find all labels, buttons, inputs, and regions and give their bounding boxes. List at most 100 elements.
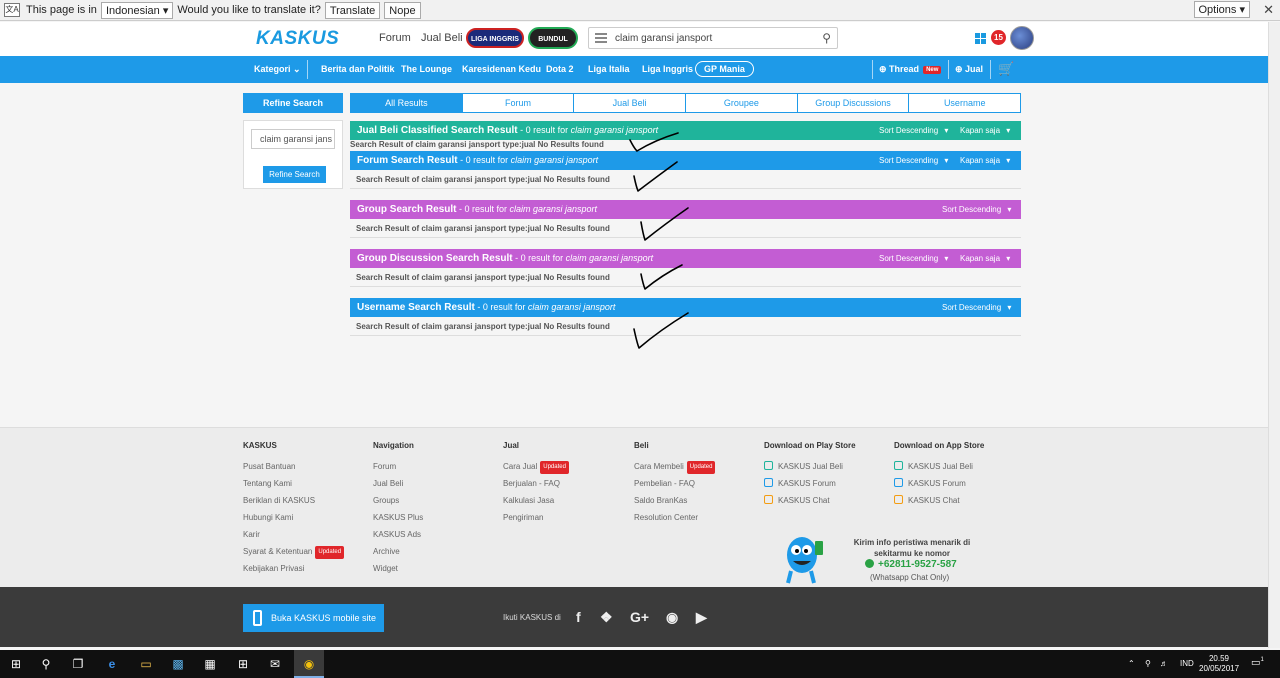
tab-username[interactable]: Username	[909, 93, 1022, 113]
language-indicator[interactable]: IND	[1180, 659, 1194, 668]
nav-dota-2[interactable]: Dota 2	[546, 64, 574, 74]
windows-start-icon[interactable]: ⊞	[8, 656, 24, 672]
category-nav: Kategori ⌄ Berita dan Politik The Lounge…	[0, 56, 1280, 83]
search-icon[interactable]: ⚲	[822, 31, 831, 45]
mobile-site-button[interactable]: Buka KASKUS mobile site	[243, 604, 384, 632]
nav-berita-politik[interactable]: Berita dan Politik	[321, 64, 395, 74]
file-explorer-icon[interactable]: ▭	[138, 656, 154, 672]
liga-italia-badge[interactable]: BUNDUL ITALIA	[528, 27, 578, 65]
time-dropdown[interactable]: Kapan saja	[960, 249, 1010, 268]
action-center-icon[interactable]: ▭1	[1251, 657, 1264, 668]
nav-the-lounge[interactable]: The Lounge	[401, 64, 452, 74]
time-dropdown[interactable]: Kapan saja	[960, 151, 1010, 170]
footer-link[interactable]: Groups	[373, 495, 423, 512]
chrome-icon[interactable]: ◉	[301, 656, 317, 672]
windows-apps-icon[interactable]: ⊞	[235, 656, 251, 672]
apps-grid-icon[interactable]	[975, 33, 986, 44]
nav-gp-mania[interactable]: GP Mania	[695, 61, 754, 77]
volume-icon[interactable]: ♬	[1160, 659, 1168, 668]
refine-search-input[interactable]	[251, 129, 335, 149]
network-icon[interactable]: ⚲	[1145, 659, 1151, 668]
updated-badge: Updated	[686, 461, 716, 474]
system-clock[interactable]: 20.59 20/05/2017	[1199, 654, 1239, 674]
footer-link[interactable]: KASKUS Plus	[373, 512, 423, 529]
tab-group-discussions[interactable]: Group Discussions	[797, 93, 910, 113]
footer-link[interactable]: Karir	[243, 529, 344, 546]
facebook-icon[interactable]: f	[576, 609, 581, 625]
footer-link[interactable]: Kebijakan Privasi	[243, 563, 344, 580]
nav-liga-inggris[interactable]: Liga Inggris	[642, 64, 693, 74]
tab-forum[interactable]: Forum	[462, 93, 575, 113]
sort-dropdown[interactable]: Sort Descending	[879, 249, 948, 268]
jual-button[interactable]: ⊕ Jual	[955, 64, 983, 75]
refine-search-button[interactable]: Refine Search	[263, 166, 326, 183]
kategori-dropdown[interactable]: Kategori ⌄	[254, 64, 301, 75]
footer-link[interactable]: Cara Jual Updated	[503, 461, 569, 478]
close-icon[interactable]: ✕	[1263, 2, 1274, 18]
nav-forum[interactable]: Forum	[379, 32, 411, 44]
search-icon[interactable]: ⚲	[38, 656, 54, 672]
menu-icon[interactable]	[595, 33, 607, 43]
footer-link[interactable]: Syarat & Ketentuan Updated	[243, 546, 345, 563]
footer-link[interactable]: Beriklan di KASKUS	[243, 495, 344, 512]
sort-dropdown[interactable]: Sort Descending	[942, 298, 1011, 317]
footer-link[interactable]: Kalkulasi Jasa	[503, 495, 569, 512]
footer-link[interactable]: Saldo BranKas	[634, 495, 715, 512]
footer-link[interactable]: Archive	[373, 546, 423, 563]
footer-link[interactable]: Hubungi Kami	[243, 512, 344, 529]
footer-link[interactable]: Berjualan - FAQ	[503, 478, 569, 495]
user-avatar[interactable]	[1010, 26, 1034, 50]
liga-inggris-badge[interactable]: LIGA INGGRIS	[466, 28, 524, 48]
sort-dropdown[interactable]: Sort Descending	[879, 151, 948, 170]
terminal-icon[interactable]: ▦	[202, 656, 218, 672]
kaskus-logo[interactable]: KASKUS	[256, 28, 339, 50]
nav-jual-beli[interactable]: Jual Beli	[421, 32, 463, 44]
edge-icon[interactable]: e	[104, 656, 120, 672]
app-link[interactable]: KASKUS Jual Beli	[894, 461, 984, 478]
nope-button[interactable]: Nope	[384, 1, 421, 19]
app-link[interactable]: KASKUS Chat	[894, 495, 984, 512]
app-link[interactable]: KASKUS Chat	[764, 495, 856, 512]
footer-link[interactable]: Jual Beli	[373, 478, 423, 495]
instagram-icon[interactable]: ◉	[666, 609, 678, 626]
tab-all-results[interactable]: All Results	[350, 93, 463, 113]
footer-link[interactable]: Pembelian - FAQ	[634, 478, 715, 495]
tab-jual-beli[interactable]: Jual Beli	[574, 93, 687, 113]
section-username-body: Search Result of claim garansi jansport …	[350, 318, 1021, 336]
footer-link[interactable]: KASKUS Ads	[373, 529, 423, 546]
footer-link[interactable]: Tentang Kami	[243, 478, 344, 495]
whatsapp-number[interactable]: +62811-9527-587	[865, 559, 957, 570]
mail-icon[interactable]: ✉	[267, 656, 283, 672]
chevron-up-icon[interactable]: ⌃	[1128, 659, 1135, 668]
refine-search-heading: Refine Search	[243, 93, 343, 113]
twitter-icon[interactable]: ❖	[600, 609, 613, 626]
notification-badge[interactable]: 15	[991, 30, 1006, 45]
translate-button[interactable]: Translate	[324, 1, 381, 19]
footer-link[interactable]: Widget	[373, 563, 423, 580]
youtube-icon[interactable]: ▶	[696, 609, 707, 626]
language-select[interactable]: Indonesian ▾	[100, 1, 174, 19]
footer-link[interactable]: Resolution Center	[634, 512, 715, 529]
footer-link[interactable]: Cara Membeli Updated	[634, 461, 716, 478]
app-link[interactable]: KASKUS Forum	[894, 478, 984, 495]
footer-link[interactable]: Forum	[373, 461, 423, 478]
store-icon[interactable]: ▩	[170, 656, 186, 672]
footer-link[interactable]: Pengiriman	[503, 512, 569, 529]
app-link[interactable]: KASKUS Forum	[764, 478, 856, 495]
tab-groupee[interactable]: Groupee	[686, 93, 798, 113]
app-link[interactable]: KASKUS Jual Beli	[764, 461, 856, 478]
vertical-scrollbar[interactable]	[1268, 22, 1280, 648]
options-button[interactable]: Options ▾	[1193, 1, 1250, 18]
search-input[interactable]	[615, 31, 815, 45]
task-view-icon[interactable]: ❐	[70, 656, 86, 672]
cart-icon[interactable]: 🛒	[998, 61, 1014, 77]
footer-link[interactable]: Pusat Bantuan	[243, 461, 344, 478]
section-username-header: Username Search Result - 0 result for cl…	[350, 298, 1021, 317]
site-footer: KASKUS Pusat Bantuan Tentang Kami Berikl…	[0, 427, 1280, 587]
sort-dropdown[interactable]: Sort Descending	[942, 200, 1011, 219]
nav-karesidenan-kedu[interactable]: Karesidenan Kedu	[462, 64, 541, 74]
nav-liga-italia[interactable]: Liga Italia	[588, 64, 630, 74]
forum-app-icon	[894, 478, 903, 487]
create-thread-button[interactable]: ⊕ Thread New	[879, 64, 942, 75]
google-plus-icon[interactable]: G+	[630, 609, 649, 625]
